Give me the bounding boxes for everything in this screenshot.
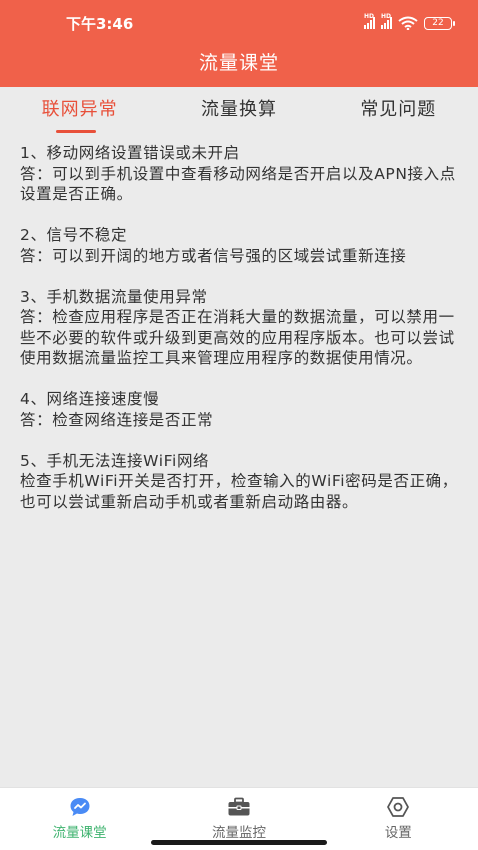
faq-item: 4、网络连接速度慢 答：检查网络连接是否正常 <box>20 389 462 430</box>
tab-faq[interactable]: 常见问题 <box>319 87 478 135</box>
signal-icon-2: HD <box>381 14 392 29</box>
faq-question: 2、信号不稳定 <box>20 226 128 244</box>
faq-answer: 检查手机WiFi开关是否打开，检查输入的WiFi密码是否正确，也可以尝试重新启动… <box>20 472 458 511</box>
battery-icon: 22 <box>424 16 455 30</box>
signal-icon: HD <box>364 14 375 29</box>
nav-label: 流量监控 <box>211 825 266 841</box>
faq-item: 5、手机无法连接WiFi网络 检查手机WiFi开关是否打开，检查输入的WiFi密… <box>20 451 462 513</box>
faq-content: 1、移动网络设置错误或未开启 答：可以到手机设置中查看移动网络是否开启以及APN… <box>20 143 462 533</box>
faq-answer: 答：检查网络连接是否正常 <box>20 410 214 429</box>
faq-answer: 答：检查应用程序是否正在消耗大量的数据流量，可以禁用一些不必要的软件或升级到更高… <box>20 308 455 367</box>
faq-item: 1、移动网络设置错误或未开启 答：可以到手机设置中查看移动网络是否开启以及APN… <box>20 143 462 205</box>
tab-network-issues[interactable]: 联网异常 <box>0 87 159 135</box>
wifi-icon <box>398 16 418 30</box>
briefcase-icon <box>227 796 251 818</box>
nav-label: 流量课堂 <box>52 825 107 841</box>
page-title: 流量课堂 <box>198 52 279 74</box>
faq-question: 5、手机无法连接WiFi网络 <box>20 451 210 470</box>
status-bar: 下午3:46 HD HD 22 <box>0 0 478 46</box>
nav-traffic-class[interactable]: 流量课堂 <box>0 788 159 850</box>
faq-answer: 答：可以到开阔的地方或者信号强的区域尝试重新连接 <box>20 246 407 265</box>
app-header: 下午3:46 HD HD 22 流量课堂 <box>0 0 478 87</box>
status-time: 下午3:46 <box>66 14 134 33</box>
faq-question: 4、网络连接速度慢 <box>20 390 160 408</box>
faq-question: 3、手机数据流量使用异常 <box>20 287 208 306</box>
faq-question: 1、移动网络设置错误或未开启 <box>20 144 240 162</box>
gear-icon <box>386 796 410 818</box>
nav-settings[interactable]: 设置 <box>319 788 478 850</box>
status-icons: HD HD 22 <box>364 14 455 30</box>
faq-item: 3、手机数据流量使用异常 答：检查应用程序是否正在消耗大量的数据流量，可以禁用一… <box>20 287 462 369</box>
tab-traffic-conversion[interactable]: 流量换算 <box>159 87 318 135</box>
tab-bar: 联网异常 流量换算 常见问题 <box>0 87 478 135</box>
chart-bubble-icon <box>69 796 91 818</box>
home-indicator[interactable] <box>151 840 327 845</box>
nav-label: 设置 <box>384 825 412 841</box>
faq-item: 2、信号不稳定 答：可以到开阔的地方或者信号强的区域尝试重新连接 <box>20 225 462 266</box>
faq-answer: 答：可以到手机设置中查看移动网络是否开启以及APN接入点设置是否正确。 <box>20 164 456 204</box>
